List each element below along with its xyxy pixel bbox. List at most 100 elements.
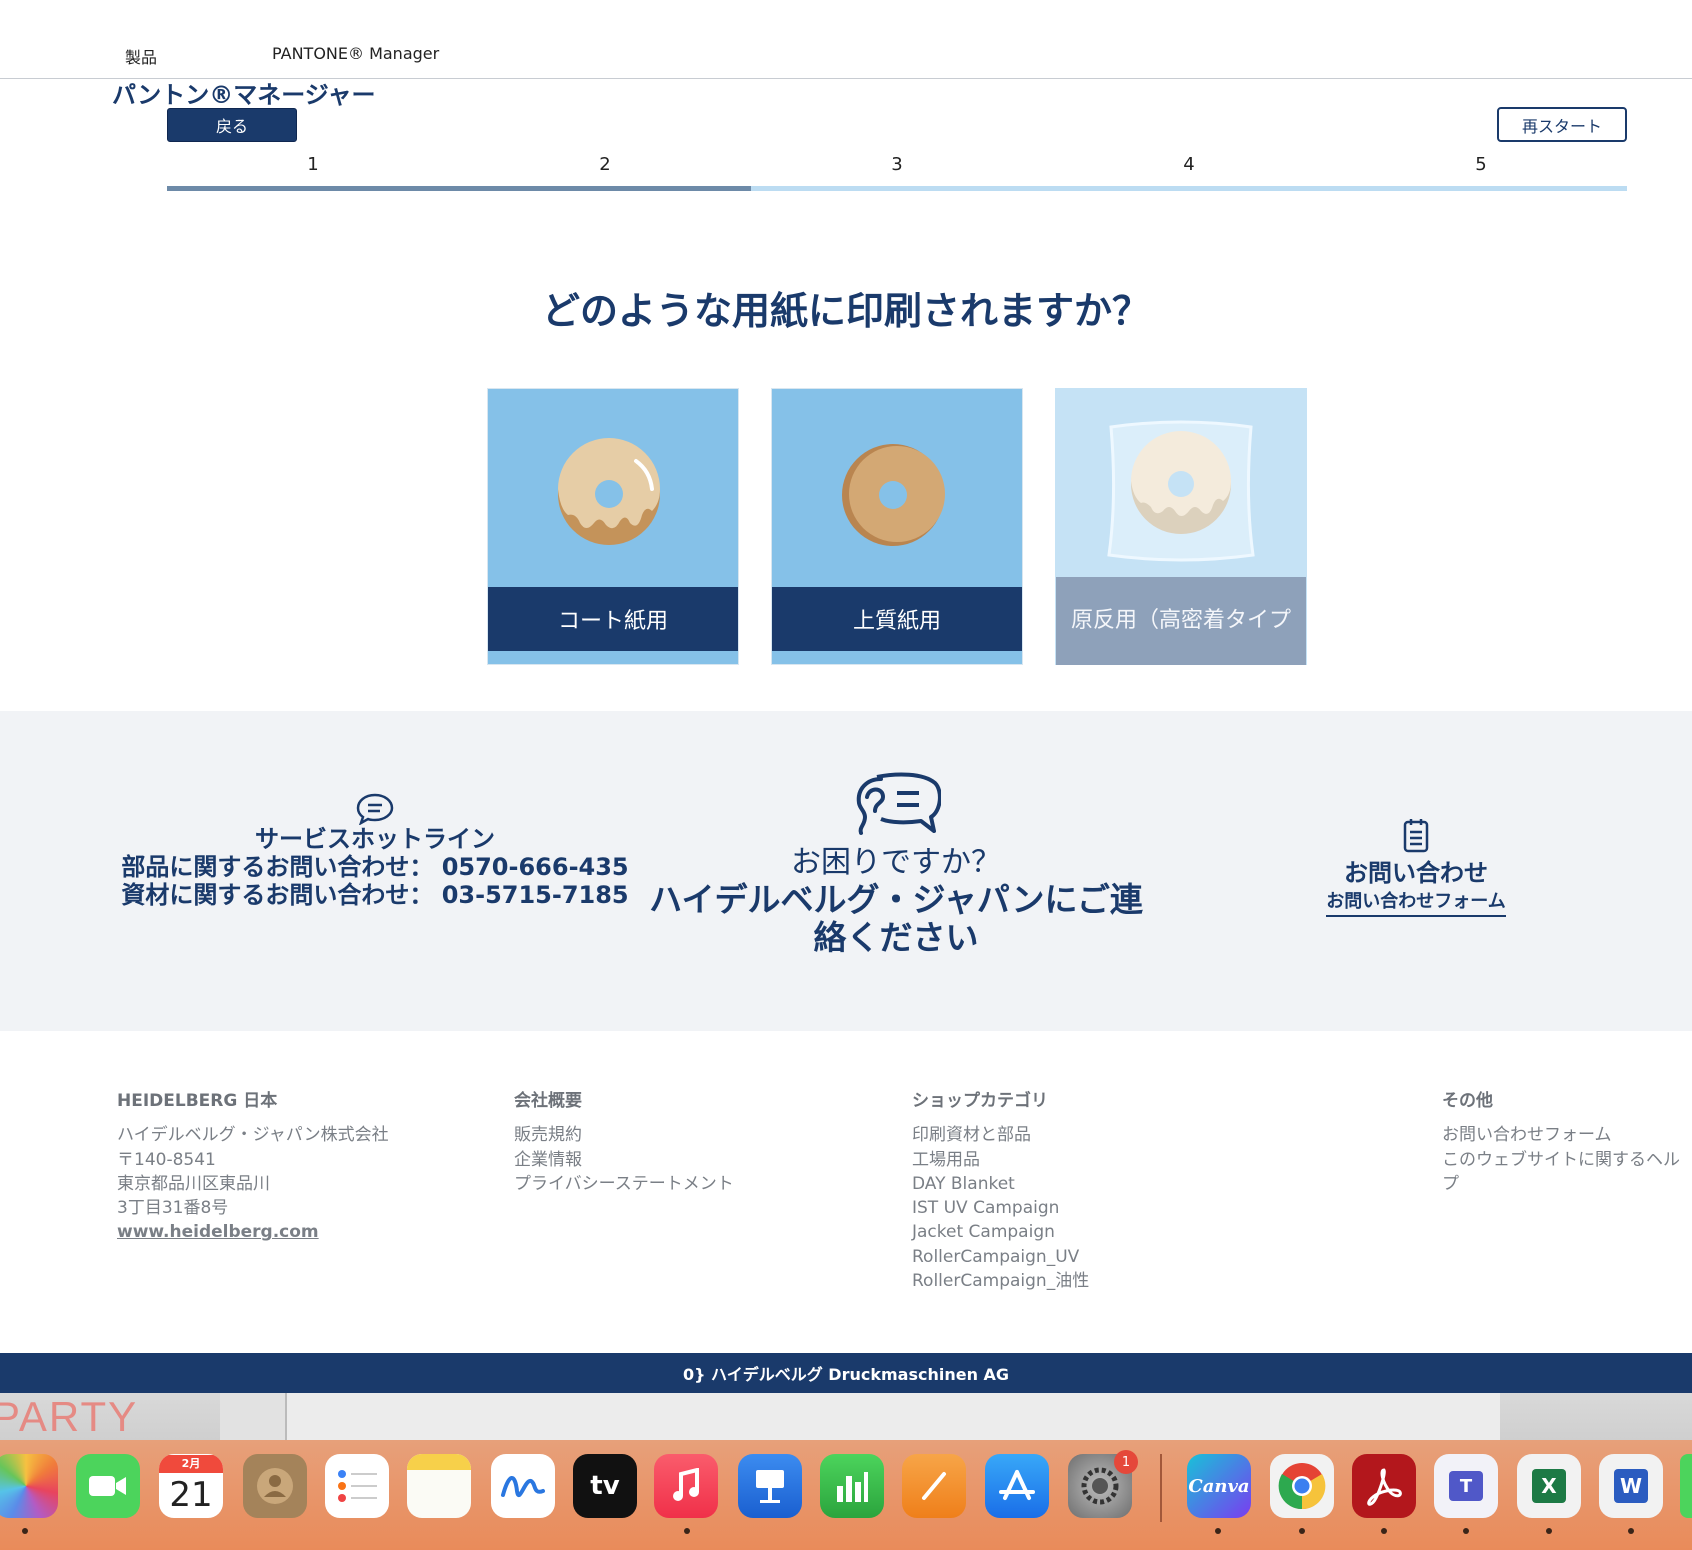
hotline-title: サービスホットライン: [255, 825, 495, 853]
running-indicator: [1546, 1528, 1552, 1534]
footer-col-company: 会社概要 販売規約 企業情報 プライバシーステートメント: [514, 1089, 734, 1196]
dock-separator: [1160, 1454, 1162, 1522]
card-coated-paper[interactable]: コート紙用: [487, 388, 739, 665]
footer-link[interactable]: RollerCampaign_油性: [912, 1269, 1089, 1293]
footer-link[interactable]: 企業情報: [514, 1148, 734, 1172]
footer-link[interactable]: プライバシーステートメント: [514, 1172, 734, 1196]
parts-hotline[interactable]: 部品に関するお問い合わせ： 0570-666-435: [120, 853, 630, 881]
inquiry-title: お問い合わせ: [1344, 859, 1488, 887]
copyright-bar: 0} ハイデルベルグ Druckmaschinen AG: [0, 1353, 1692, 1393]
calendar-day: 21: [169, 1475, 213, 1515]
card-label: 原反用（高密着タイプ: [1056, 577, 1306, 665]
apple-tv-icon[interactable]: tv: [573, 1454, 637, 1518]
footer-link[interactable]: IST UV Campaign: [912, 1196, 1089, 1220]
step-4: 4: [1183, 154, 1195, 175]
facetime-icon[interactable]: [76, 1454, 140, 1518]
chat-bubble-icon: [120, 791, 630, 826]
background-window: PARTY: [0, 1393, 1692, 1440]
footer-line: 東京都品川区東品川: [117, 1173, 270, 1194]
partial-app-icon[interactable]: [1680, 1454, 1692, 1518]
nav-products-link[interactable]: 製品: [125, 44, 157, 68]
keynote-icon[interactable]: [738, 1454, 802, 1518]
running-indicator: [1381, 1528, 1387, 1534]
footer-link[interactable]: 印刷資材と部品: [912, 1123, 1089, 1147]
footer-heading: 会社概要: [514, 1091, 582, 1111]
running-indicator: [1299, 1528, 1305, 1534]
footer-heading: その他: [1442, 1091, 1493, 1111]
excel-label: X: [1532, 1469, 1566, 1503]
pages-icon[interactable]: [902, 1454, 966, 1518]
macos-dock: 2月 21 tv 1 Canva T X W: [0, 1440, 1692, 1550]
card-film-high-adhesion[interactable]: 原反用（高密着タイプ: [1055, 388, 1307, 665]
teams-icon[interactable]: T: [1434, 1454, 1498, 1518]
speaking-head-icon: [640, 771, 1152, 837]
top-navigation: 製品 PANTONE® Manager: [0, 0, 1692, 79]
running-indicator: [22, 1528, 28, 1534]
footer-col-shop-categories: ショップカテゴリ 印刷資材と部品 工場用品 DAY Blanket IST UV…: [912, 1089, 1089, 1293]
footer-link[interactable]: 工場用品: [912, 1148, 1089, 1172]
footer-line: 〒140-8541: [117, 1149, 216, 1170]
contacts-icon[interactable]: [243, 1454, 307, 1518]
step-1: 1: [307, 154, 319, 175]
running-indicator: [684, 1528, 690, 1534]
help-body: ハイデルベルグ・ジャパンにご連絡ください: [649, 880, 1143, 957]
footer-col-heidelberg: HEIDELBERG 日本 ハイデルベルグ・ジャパン株式会社 〒140-8541…: [117, 1089, 389, 1245]
notification-badge: 1: [1114, 1450, 1138, 1474]
card-uncoated-paper[interactable]: 上質紙用: [771, 388, 1023, 665]
contact-section: サービスホットライン 部品に関するお問い合わせ： 0570-666-435 資材…: [0, 711, 1692, 1031]
progress-track: [167, 186, 1627, 191]
page-title: パントン®マネージャー: [112, 81, 376, 109]
excel-icon[interactable]: X: [1517, 1454, 1581, 1518]
party-text: PARTY: [0, 1393, 139, 1440]
canva-label: Canva: [1188, 1475, 1250, 1497]
plain-donut-icon: [772, 389, 1022, 587]
card-label: コート紙用: [488, 587, 738, 651]
canva-icon[interactable]: Canva: [1187, 1454, 1251, 1518]
footer-link[interactable]: このウェブサイトに関するヘルプ: [1442, 1148, 1682, 1197]
footer-link[interactable]: Jacket Campaign: [912, 1220, 1089, 1244]
step-5: 5: [1475, 154, 1487, 175]
word-label: W: [1614, 1469, 1648, 1503]
footer: HEIDELBERG 日本 ハイデルベルグ・ジャパン株式会社 〒140-8541…: [0, 1031, 1692, 1353]
music-icon[interactable]: [654, 1454, 718, 1518]
materials-hotline[interactable]: 資材に関するお問い合わせ： 03-5715-7185: [120, 881, 630, 909]
help-block: お困りですか？ ハイデルベルグ・ジャパンにご連絡ください: [640, 771, 1152, 957]
step-3: 3: [891, 154, 903, 175]
running-indicator: [1215, 1528, 1221, 1534]
running-indicator: [1628, 1528, 1634, 1534]
reminders-icon[interactable]: [325, 1454, 389, 1518]
heidelberg-website-link[interactable]: www.heidelberg.com: [117, 1220, 389, 1244]
calendar-icon[interactable]: 2月 21: [159, 1454, 223, 1518]
app-store-icon[interactable]: [985, 1454, 1049, 1518]
footer-line: 3丁目31番8号: [117, 1198, 229, 1219]
footer-link[interactable]: お問い合わせフォーム: [1442, 1123, 1682, 1147]
footer-heading: HEIDELBERG 日本: [117, 1091, 278, 1111]
footer-line: ハイデルベルグ・ジャパン株式会社: [117, 1125, 389, 1146]
inquiry-form-link[interactable]: お問い合わせフォーム: [1326, 887, 1506, 917]
card-label: 上質紙用: [772, 587, 1022, 651]
numbers-icon[interactable]: [820, 1454, 884, 1518]
footer-col-other: その他 お問い合わせフォーム このウェブサイトに関するヘルプ: [1442, 1089, 1682, 1196]
back-button[interactable]: 戻る: [167, 108, 297, 142]
calendar-month: 2月: [159, 1455, 223, 1473]
restart-button[interactable]: 再スタート: [1497, 107, 1627, 142]
footer-link[interactable]: RollerCampaign_UV: [912, 1245, 1089, 1269]
freeform-icon[interactable]: [491, 1454, 555, 1518]
nav-pantone-manager-link[interactable]: PANTONE® Manager: [272, 44, 439, 63]
inquiry-block: お問い合わせ お問い合わせフォーム: [1310, 817, 1522, 917]
acrobat-icon[interactable]: [1352, 1454, 1416, 1518]
service-hotline: サービスホットライン 部品に関するお問い合わせ： 0570-666-435 資材…: [120, 791, 630, 909]
running-indicator: [1463, 1528, 1469, 1534]
paper-type-question: どのような用紙に印刷されますか？: [541, 289, 1150, 333]
chrome-icon[interactable]: [1270, 1454, 1334, 1518]
teams-label: T: [1449, 1471, 1483, 1501]
word-icon[interactable]: W: [1599, 1454, 1663, 1518]
step-2: 2: [599, 154, 611, 175]
background-panel: [220, 1393, 285, 1440]
photos-icon[interactable]: [0, 1454, 58, 1518]
progress-fill: [167, 186, 751, 191]
footer-link[interactable]: 販売規約: [514, 1123, 734, 1147]
notes-icon[interactable]: [407, 1454, 471, 1518]
footer-link[interactable]: DAY Blanket: [912, 1172, 1089, 1196]
footer-heading: ショップカテゴリ: [912, 1091, 1048, 1111]
